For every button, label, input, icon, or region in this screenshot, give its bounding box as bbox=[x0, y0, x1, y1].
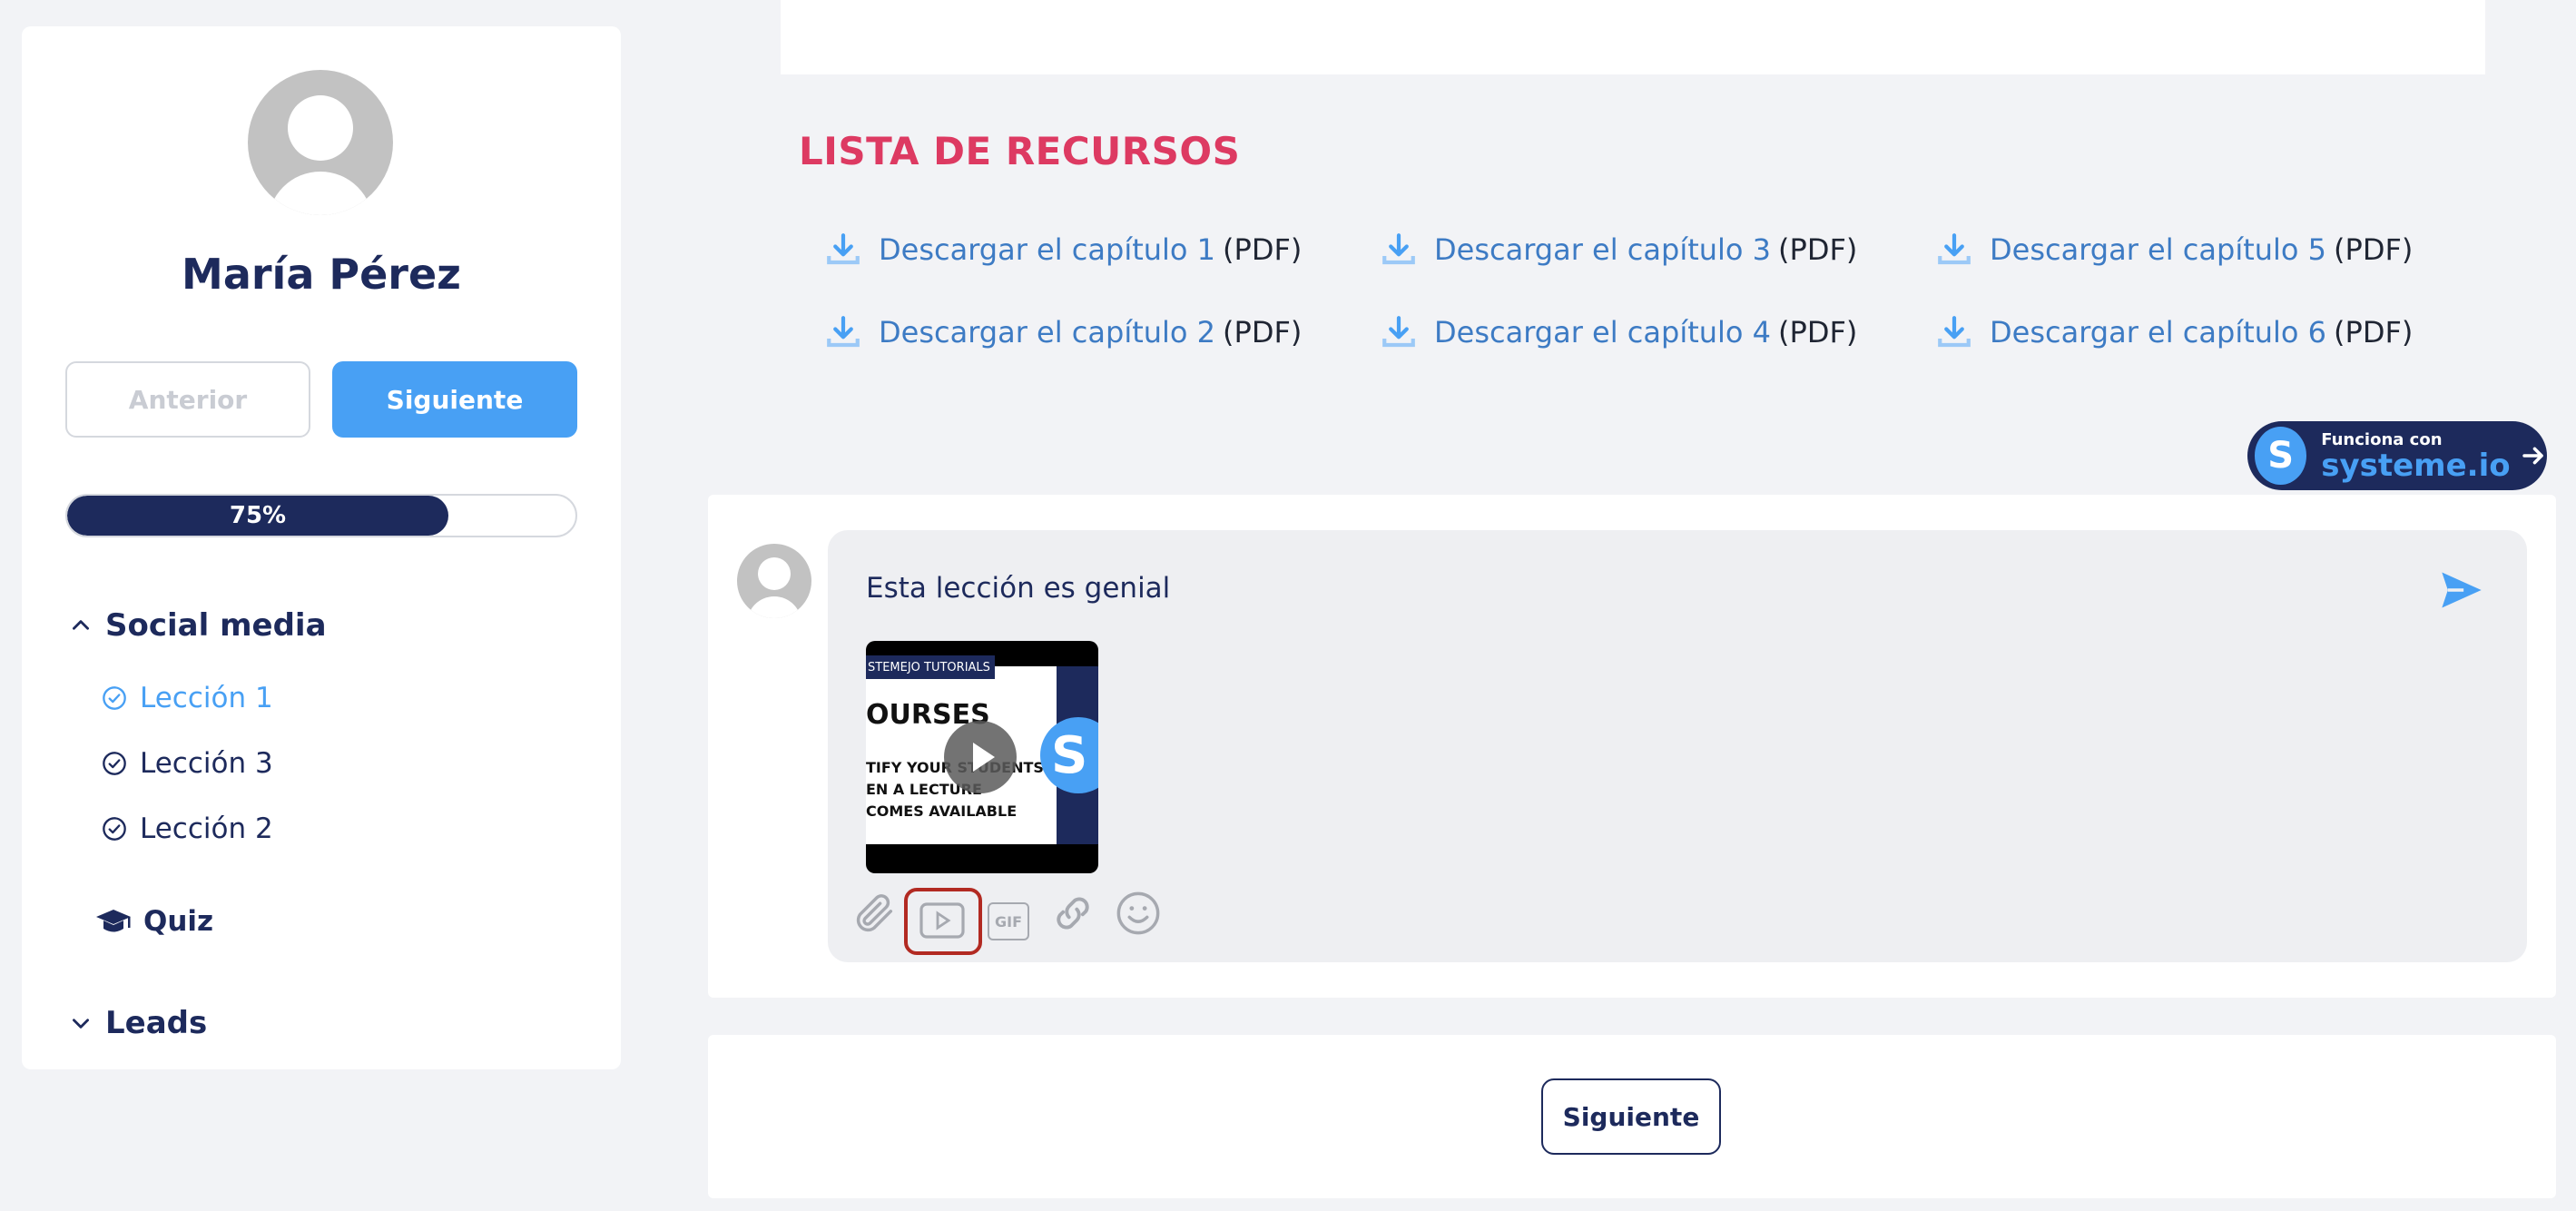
download-icon bbox=[1382, 233, 1415, 265]
lesson-item-2[interactable]: Lección 2 bbox=[102, 812, 273, 845]
resource-link[interactable]: Descargar el capítulo 4 bbox=[1434, 315, 1771, 350]
resource-item: Descargar el capítulo 4 (PDF) bbox=[1380, 313, 1857, 351]
resource-item: Descargar el capítulo 5 (PDF) bbox=[1935, 231, 2413, 269]
chevron-down-icon bbox=[73, 1019, 89, 1029]
section-title-label: Leads bbox=[105, 1005, 208, 1041]
play-icon[interactable] bbox=[944, 721, 1017, 793]
resource-link[interactable]: Descargar el capítulo 6 bbox=[1990, 315, 2326, 350]
link-icon[interactable] bbox=[1049, 890, 1096, 937]
next-button[interactable]: Siguiente bbox=[332, 361, 577, 438]
resource-suffix: (PDF) bbox=[1778, 232, 1858, 267]
section-leads[interactable]: Leads bbox=[69, 1005, 207, 1041]
gif-icon[interactable]: GIF bbox=[988, 902, 1029, 940]
resource-item: Descargar el capítulo 1 (PDF) bbox=[824, 231, 1302, 269]
lesson-label: Lección 3 bbox=[140, 747, 273, 780]
send-icon[interactable] bbox=[2436, 566, 2487, 614]
lesson-item-1[interactable]: Lección 1 bbox=[102, 682, 273, 714]
progress-bar: 75% bbox=[65, 494, 577, 537]
resource-link[interactable]: Descargar el capítulo 1 bbox=[879, 232, 1215, 267]
emoji-icon[interactable] bbox=[1115, 890, 1162, 937]
resource-link[interactable]: Descargar el capítulo 2 bbox=[879, 315, 1215, 350]
video-icon[interactable] bbox=[919, 901, 966, 940]
badge-caption: Funciona con bbox=[2321, 429, 2443, 449]
video-line: COMES AVAILABLE bbox=[866, 802, 1018, 820]
lesson-label: Lección 2 bbox=[140, 812, 273, 845]
paperclip-icon[interactable] bbox=[851, 890, 899, 937]
resource-item: Descargar el capítulo 6 (PDF) bbox=[1935, 313, 2413, 351]
resource-link[interactable]: Descargar el capítulo 5 bbox=[1990, 232, 2326, 267]
graduation-cap-icon bbox=[96, 910, 131, 932]
resource-item: Descargar el capítulo 2 (PDF) bbox=[824, 313, 1302, 351]
download-icon bbox=[1938, 233, 1971, 265]
section-title-label: Social media bbox=[105, 607, 327, 644]
resource-suffix: (PDF) bbox=[2334, 232, 2414, 267]
resource-item: Descargar el capítulo 3 (PDF) bbox=[1380, 231, 1857, 269]
download-icon bbox=[1938, 316, 1971, 348]
course-sidebar: María Pérez Anterior Siguiente 75% Socia… bbox=[22, 26, 621, 1069]
resource-suffix: (PDF) bbox=[2334, 315, 2414, 350]
lesson-content-card bbox=[781, 0, 2485, 74]
badge-brand: systeme.io bbox=[2321, 447, 2511, 484]
video-thumbnail[interactable]: STEMEJO TUTORIALS OURSES TIFY YOUR STUDE… bbox=[866, 641, 1098, 873]
download-icon bbox=[827, 233, 860, 265]
check-circle-icon bbox=[103, 817, 126, 841]
download-icon bbox=[1382, 316, 1415, 348]
check-circle-icon bbox=[103, 686, 126, 710]
arrow-right-icon bbox=[2522, 447, 2543, 465]
avatar bbox=[248, 70, 393, 215]
lesson-label: Lección 1 bbox=[140, 682, 273, 714]
progress-label: 75% bbox=[229, 502, 287, 529]
next-lesson-button[interactable]: Siguiente bbox=[1541, 1078, 1721, 1155]
resources-title: LISTA DE RECURSOS bbox=[799, 129, 1241, 173]
download-icon bbox=[827, 316, 860, 348]
previous-button[interactable]: Anterior bbox=[65, 361, 310, 438]
resource-link[interactable]: Descargar el capítulo 3 bbox=[1434, 232, 1771, 267]
video-strip-text: STEMEJO TUTORIALS bbox=[866, 655, 995, 679]
systeme-logo: S bbox=[2255, 427, 2307, 485]
resource-suffix: (PDF) bbox=[1778, 315, 1858, 350]
lesson-item-3[interactable]: Lección 3 bbox=[102, 747, 273, 780]
user-name: María Pérez bbox=[182, 250, 461, 299]
powered-by-badge[interactable]: S Funciona con systeme.io bbox=[2247, 421, 2547, 490]
comment-text[interactable]: Esta lección es genial bbox=[866, 572, 1170, 605]
avatar bbox=[737, 544, 811, 618]
chevron-up-icon bbox=[73, 620, 89, 630]
resource-suffix: (PDF) bbox=[1223, 232, 1303, 267]
section-social-media[interactable]: Social media bbox=[69, 607, 327, 644]
quiz-label: Quiz bbox=[143, 905, 214, 938]
quiz-item[interactable]: Quiz bbox=[94, 905, 213, 938]
resource-suffix: (PDF) bbox=[1223, 315, 1303, 350]
check-circle-icon bbox=[103, 752, 126, 775]
